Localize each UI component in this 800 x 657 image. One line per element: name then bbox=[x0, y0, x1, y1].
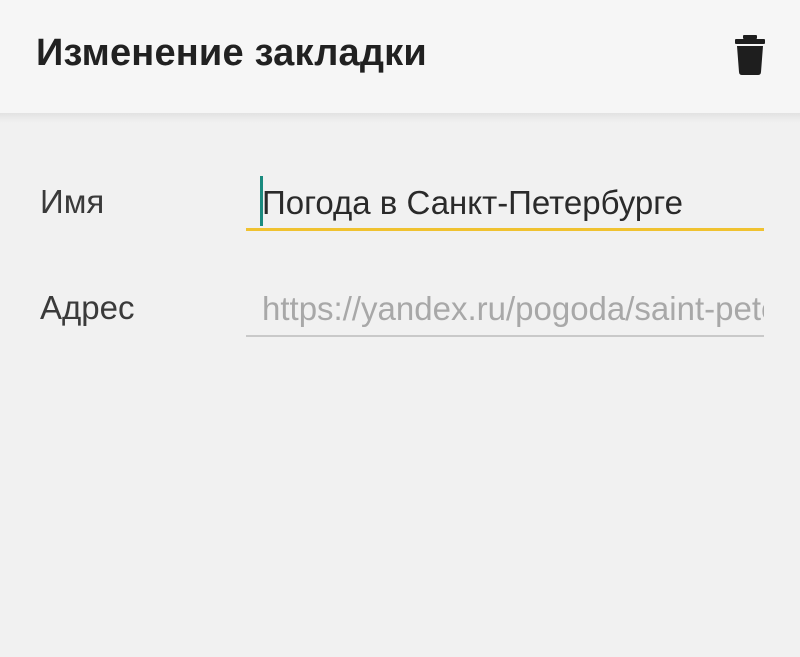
name-label: Имя bbox=[40, 183, 105, 220]
trash-icon bbox=[735, 35, 765, 75]
delete-bookmark-button[interactable] bbox=[720, 20, 780, 90]
address-label: Адрес bbox=[40, 289, 135, 326]
page-title: Изменение закладки bbox=[36, 32, 427, 74]
address-input[interactable] bbox=[246, 286, 764, 332]
name-input-underline bbox=[246, 228, 764, 231]
name-input[interactable] bbox=[246, 180, 764, 226]
toolbar: Изменение закладки bbox=[0, 0, 800, 113]
edit-bookmark-screen: Изменение закладки Имя Адрес bbox=[0, 0, 800, 657]
address-input-underline bbox=[246, 335, 764, 337]
toolbar-shadow bbox=[0, 113, 800, 123]
